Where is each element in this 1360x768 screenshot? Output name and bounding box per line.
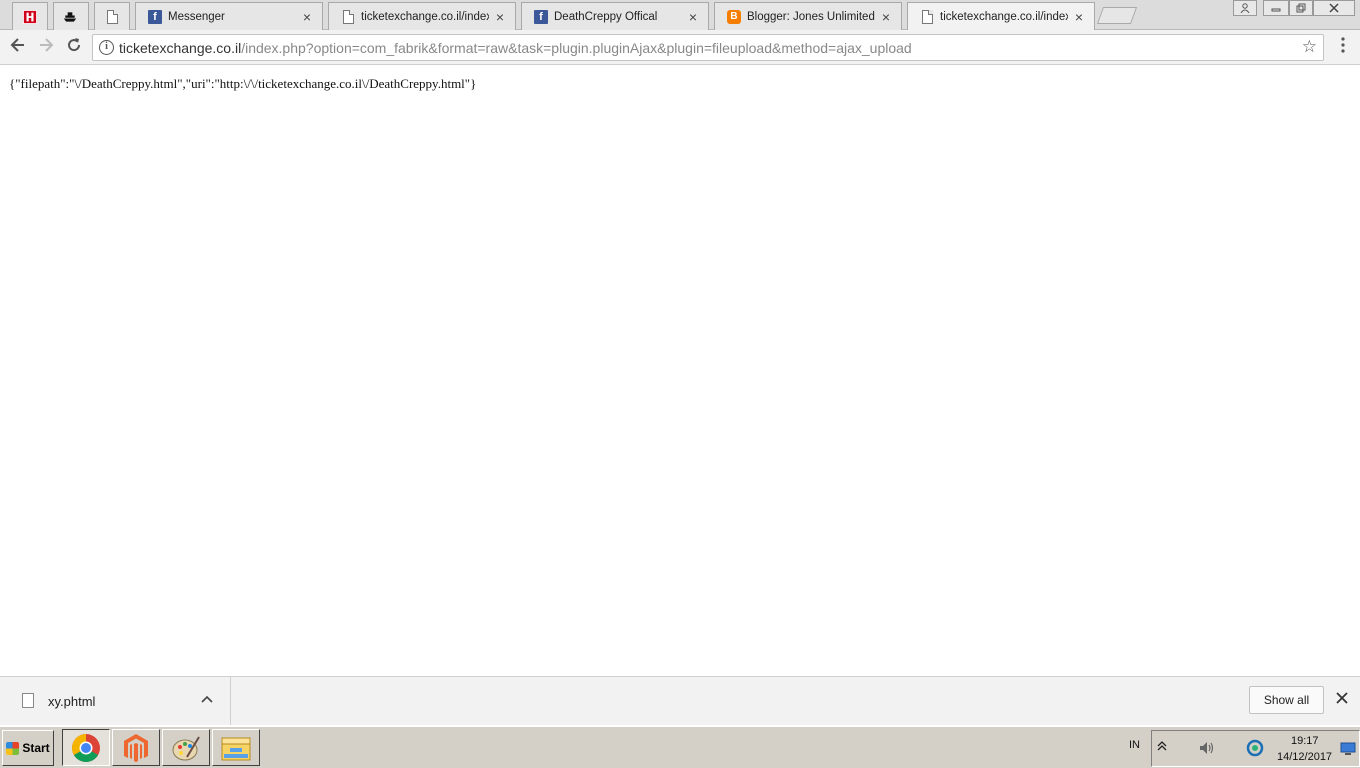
tab-title: ticketexchange.co.il/index.p xyxy=(940,11,1068,23)
input-language[interactable]: IN xyxy=(1129,739,1140,751)
tab-title: Blogger: Jones Unlimited Ed xyxy=(747,11,875,23)
tab-ticketexchange-1[interactable]: ticketexchange.co.il/index.p × xyxy=(328,2,516,30)
document-icon xyxy=(920,10,934,24)
bookmark-star-icon[interactable]: ☆ xyxy=(1302,37,1317,57)
show-hidden-icons-icon[interactable] xyxy=(1157,739,1167,758)
download-bar: xy.phtml Show all xyxy=(0,676,1360,725)
tab-messenger[interactable]: f Messenger × xyxy=(135,2,323,30)
taskbar-paint[interactable] xyxy=(162,729,210,766)
tab-close-button[interactable]: × xyxy=(493,10,507,24)
reload-icon xyxy=(68,38,81,52)
vertical-dots-icon xyxy=(1341,37,1345,53)
url-path: /index.php?option=com_fabrik&format=raw&… xyxy=(241,40,912,56)
tab-pinned-blank[interactable] xyxy=(94,2,130,30)
document-icon xyxy=(105,10,119,24)
windows-logo-icon xyxy=(6,741,20,755)
volume-icon[interactable] xyxy=(1198,740,1216,761)
tab-ticketexchange-active[interactable]: ticketexchange.co.il/index.p × xyxy=(907,2,1095,31)
forward-arrow-icon xyxy=(40,38,54,52)
tab-blogger[interactable]: B Blogger: Jones Unlimited Ed × xyxy=(714,2,902,30)
browser-toolbar: i ticketexchange.co.il/index.php?option=… xyxy=(0,30,1360,65)
reload-button[interactable] xyxy=(63,36,85,58)
close-download-bar-icon[interactable] xyxy=(1333,690,1351,708)
paint-icon xyxy=(172,735,200,760)
facebook-icon: f xyxy=(148,10,162,24)
magento-icon xyxy=(124,733,148,762)
taskbar-chrome[interactable] xyxy=(62,729,110,766)
taskbar-magento[interactable] xyxy=(112,729,160,766)
window-close-button[interactable] xyxy=(1313,0,1355,16)
show-desktop-icon[interactable] xyxy=(1340,742,1356,761)
address-bar[interactable]: i ticketexchange.co.il/index.php?option=… xyxy=(92,34,1324,61)
tab-close-button[interactable]: × xyxy=(879,10,893,24)
taskbar-explorer[interactable] xyxy=(212,729,260,766)
file-explorer-icon xyxy=(221,737,251,760)
minimize-button[interactable] xyxy=(1263,0,1289,16)
minimize-icon xyxy=(1271,8,1281,12)
start-label: Start xyxy=(22,741,50,755)
file-icon xyxy=(22,693,34,708)
profile-button[interactable] xyxy=(1233,0,1257,16)
menu-button[interactable] xyxy=(1338,36,1348,58)
json-response-text: {"filepath":"\/DeathCreppy.html","uri":"… xyxy=(9,76,477,91)
tab-close-button[interactable]: × xyxy=(1072,10,1086,24)
url-host: ticketexchange.co.il xyxy=(119,40,242,56)
ship-icon xyxy=(63,10,77,24)
system-tray: 19:17 14/12/2017 xyxy=(1151,730,1360,767)
chevron-up-icon[interactable] xyxy=(199,691,215,707)
download-item[interactable]: xy.phtml xyxy=(0,677,231,725)
sync-icon[interactable] xyxy=(1246,739,1264,762)
tab-deathcreppy[interactable]: f DeathCreppy Offical × xyxy=(521,2,709,30)
chrome-icon xyxy=(72,733,100,762)
tab-title: ticketexchange.co.il/index.p xyxy=(361,11,489,23)
show-all-button[interactable]: Show all xyxy=(1249,686,1324,714)
url-text[interactable]: ticketexchange.co.il/index.php?option=co… xyxy=(119,40,912,56)
clock-time[interactable]: 19:17 xyxy=(1291,735,1319,747)
blogger-icon: B xyxy=(727,10,741,24)
tab-pinned-ship[interactable] xyxy=(53,2,89,30)
facebook-icon: f xyxy=(534,10,548,24)
info-icon[interactable]: i xyxy=(99,40,114,55)
tab-close-button[interactable]: × xyxy=(686,10,700,24)
tab-title: Messenger xyxy=(168,11,225,23)
tab-strip: f Messenger × ticketexchange.co.il/index… xyxy=(0,0,1360,31)
new-tab-button[interactable] xyxy=(1096,7,1138,24)
document-icon xyxy=(341,10,355,24)
h-logo-icon xyxy=(23,10,37,24)
close-icon xyxy=(1329,3,1339,13)
restore-icon xyxy=(1296,3,1306,13)
back-arrow-icon xyxy=(10,38,24,52)
clock-date[interactable]: 14/12/2017 xyxy=(1277,751,1332,763)
person-icon xyxy=(1240,3,1250,13)
tab-title: DeathCreppy Offical xyxy=(554,11,658,23)
start-button[interactable]: Start xyxy=(2,730,54,766)
taskbar: Start IN 19:17 14/12/2017 xyxy=(0,726,1360,768)
page-content: {"filepath":"\/DeathCreppy.html","uri":"… xyxy=(0,66,1360,676)
back-button[interactable] xyxy=(7,36,29,58)
download-file-name: xy.phtml xyxy=(48,694,96,709)
restore-button[interactable] xyxy=(1289,0,1313,16)
tab-pinned-h[interactable] xyxy=(12,2,48,30)
tab-close-button[interactable]: × xyxy=(300,10,314,24)
forward-button[interactable] xyxy=(35,36,57,58)
